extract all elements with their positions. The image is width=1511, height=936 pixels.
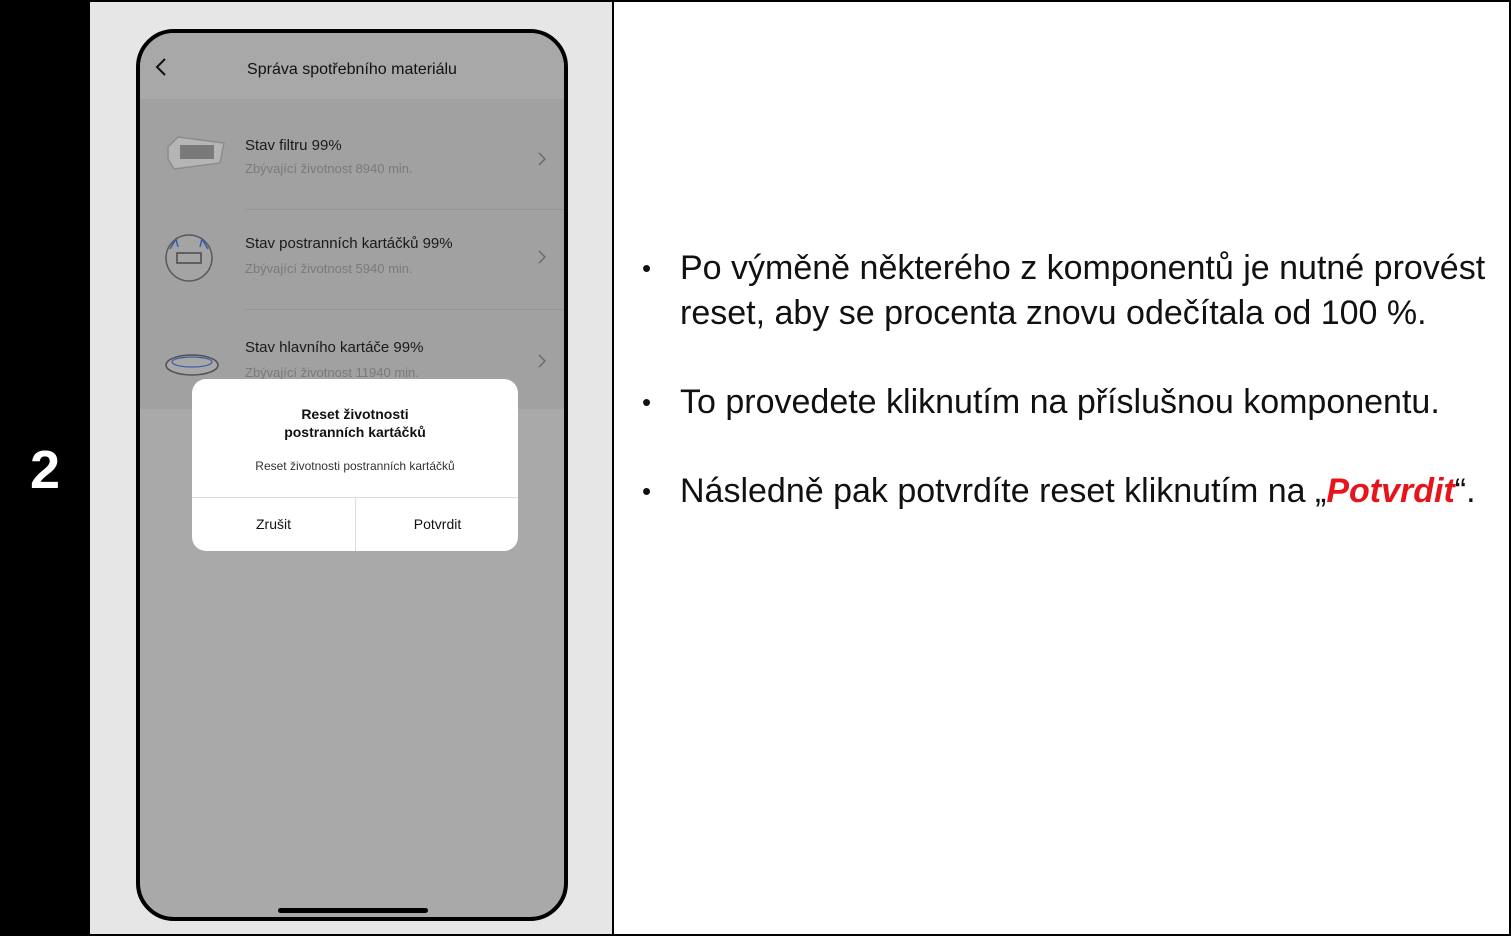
cancel-button[interactable]: Zrušit — [192, 497, 355, 551]
instruction-bullet-2: • To provedete kliknutím na příslušnou k… — [620, 380, 1510, 425]
item-title: Stav hlavního kartáče 99% — [245, 339, 424, 356]
bullet-dot: • — [642, 253, 652, 283]
consumables-list: Stav filtru 99% Zbývající životnost 8940… — [140, 99, 564, 409]
item-subtitle: Zbývající životnost 11940 min. — [245, 365, 419, 380]
instruction-text-end: “. — [1454, 472, 1476, 510]
side-brush-icon — [165, 234, 213, 282]
chevron-right-icon — [538, 250, 546, 264]
dialog-title-line1: Reset životnosti — [301, 406, 409, 422]
chevron-right-icon — [538, 152, 546, 166]
list-item-side-brushes[interactable]: Stav postranních kartáčků 99% Zbývající … — [140, 209, 564, 309]
instruction-bullet-3: • Následně pak potvrdíte reset kliknutím… — [620, 469, 1510, 514]
item-subtitle: Zbývající životnost 8940 min. — [245, 161, 413, 176]
highlight-potvrdit: Potvrdit — [1326, 472, 1455, 510]
instructions: • Po výměně některého z komponentů je nu… — [620, 246, 1510, 558]
instruction-text: To provedete kliknutím na příslušnou kom… — [680, 383, 1440, 421]
step-column: 2 — [0, 0, 90, 936]
dialog-message: Reset životnosti postranních kartáčků — [255, 459, 455, 473]
list-item-filter[interactable]: Stav filtru 99% Zbývající životnost 8940… — [140, 99, 564, 199]
step-number: 2 — [29, 440, 61, 500]
instruction-text: Po výměně některého z komponentů je nutn… — [680, 249, 1486, 332]
phone-mockup: Správa spotřebního materiálu Stav filtru… — [136, 29, 568, 921]
app-header: Správa spotřebního materiálu — [140, 33, 564, 99]
instruction-text: Následně pak potvrdíte reset kliknutím n… — [680, 472, 1327, 510]
filter-icon — [167, 136, 225, 170]
bullet-dot: • — [642, 387, 652, 417]
frame-top-border — [0, 0, 1511, 2]
reset-dialog: Reset životnosti postranních kartáčků Re… — [192, 379, 518, 551]
item-title: Stav filtru 99% — [245, 137, 342, 154]
item-subtitle: Zbývající životnost 5940 min. — [245, 261, 413, 276]
column-divider — [612, 0, 614, 936]
header-title: Správa spotřebního materiálu — [247, 61, 457, 78]
bullet-dot: • — [642, 476, 652, 506]
confirm-button[interactable]: Potvrdit — [356, 497, 518, 551]
item-title: Stav postranních kartáčků 99% — [245, 235, 453, 252]
home-indicator — [278, 908, 428, 913]
dialog-title: Reset životnosti postranních kartáčků — [192, 405, 518, 441]
instruction-bullet-1: • Po výměně některého z komponentů je nu… — [620, 246, 1510, 336]
dialog-title-line2: postranních kartáčků — [284, 424, 426, 440]
main-brush-icon — [165, 354, 219, 376]
chevron-right-icon — [538, 354, 546, 368]
